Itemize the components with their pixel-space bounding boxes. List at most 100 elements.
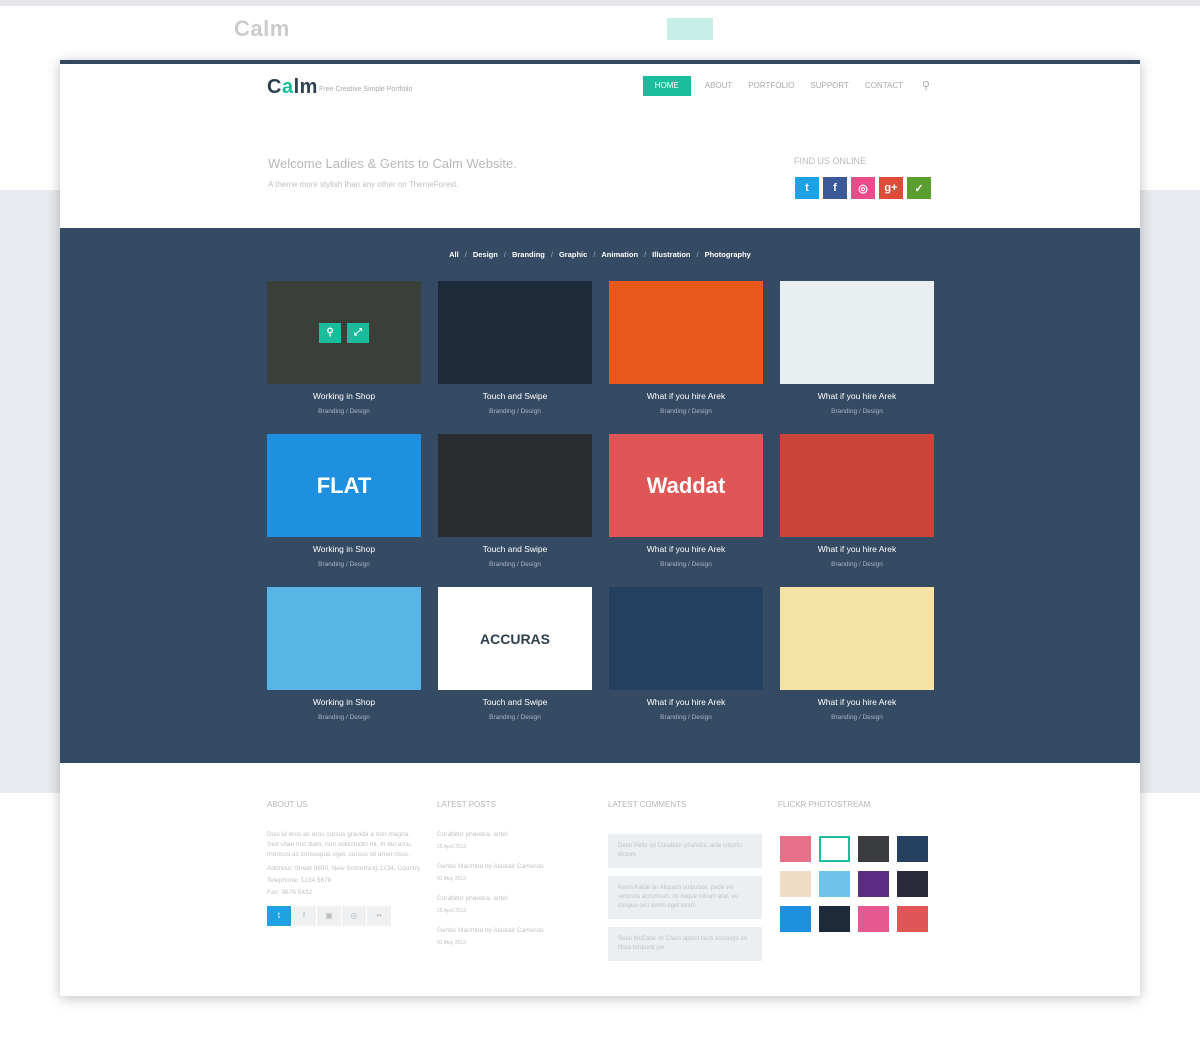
- portfolio-title[interactable]: What if you hire Arek: [780, 697, 934, 707]
- portfolio-thumbnail[interactable]: ⚲ ⤢: [267, 281, 421, 384]
- portfolio-thumbnail[interactable]: FLAT: [267, 434, 421, 537]
- latest-posts-list: Curabitur pharetra, ante! 25 April 2013 Ge…: [437, 830, 597, 958]
- flickr-photo[interactable]: [897, 871, 928, 897]
- portfolio-title[interactable]: What if you hire Arek: [780, 391, 934, 401]
- filter-design[interactable]: Design: [473, 250, 498, 259]
- filter-branding[interactable]: Branding: [512, 250, 545, 259]
- post-title[interactable]: Gentle Marimba by Alastair Cameron: [437, 863, 544, 870]
- portfolio-thumbnail[interactable]: [780, 281, 934, 384]
- portfolio-thumbnail[interactable]: ACCURAS: [438, 587, 592, 690]
- flickr-photo[interactable]: [858, 836, 889, 862]
- portfolio-thumbnail[interactable]: Waddat: [609, 434, 763, 537]
- instagram-icon[interactable]: ▣: [317, 906, 341, 926]
- portfolio-title[interactable]: What if you hire Arek: [609, 391, 763, 401]
- portfolio-title[interactable]: What if you hire Arek: [780, 544, 934, 554]
- flickr-photo[interactable]: [780, 836, 811, 862]
- portfolio-title[interactable]: Working in Shop: [267, 391, 421, 401]
- envato-icon[interactable]: ✓: [907, 177, 931, 199]
- footer-social-icons: t f ▣ ◎ ••: [267, 906, 422, 926]
- nav-home[interactable]: HOME: [642, 76, 691, 96]
- flickr-photo[interactable]: [819, 871, 850, 897]
- post-item[interactable]: Curabitur pharetra, ante! 25 April 2013: [437, 830, 597, 852]
- logo[interactable]: Calm: [267, 76, 318, 99]
- flickr-photo[interactable]: [819, 906, 850, 932]
- portfolio-title[interactable]: Working in Shop: [267, 544, 421, 554]
- portfolio-grid: ⚲ ⤢ Working in Shop Branding / Design Touch …: [267, 281, 934, 740]
- twitter-icon[interactable]: t: [795, 177, 819, 199]
- post-item[interactable]: Gentle Marimba by Alastair Cameron 01 May…: [437, 926, 597, 948]
- website-mockup: Calm Free Creative Simple Portfolio HOME…: [60, 60, 1140, 996]
- portfolio-thumbnail[interactable]: [438, 281, 592, 384]
- post-title[interactable]: Gentle Marimba by Alastair Cameron: [437, 927, 544, 934]
- portfolio-section: All / Design / Branding / Graphic / Animation / Il…: [60, 228, 1140, 763]
- portfolio-item[interactable]: What if you hire Arek Branding / Design: [609, 281, 763, 434]
- portfolio-item[interactable]: FLAT Working in Shop Branding / Design: [267, 434, 421, 587]
- comment-item[interactable]: Kevin Kalde on Aliquam vulputate, pede v…: [608, 876, 762, 919]
- portfolio-thumbnail[interactable]: [609, 587, 763, 690]
- nav-support[interactable]: SUPPORT: [802, 76, 857, 96]
- portfolio-item[interactable]: Waddat What if you hire Arek Branding / De…: [609, 434, 763, 587]
- flickr-icon[interactable]: ••: [367, 906, 391, 926]
- portfolio-item[interactable]: Touch and Swipe Branding / Design: [438, 281, 592, 434]
- portfolio-category: Branding / Design: [831, 561, 883, 568]
- portfolio-title[interactable]: Touch and Swipe: [438, 544, 592, 554]
- filter-all[interactable]: All: [449, 250, 459, 259]
- logo-text: C: [267, 76, 282, 98]
- portfolio-item[interactable]: Touch and Swipe Branding / Design: [438, 434, 592, 587]
- twitter-icon[interactable]: t: [267, 906, 291, 926]
- expand-icon[interactable]: ⤢: [347, 322, 369, 343]
- portfolio-thumbnail[interactable]: [780, 587, 934, 690]
- post-title[interactable]: Curabitur pharetra, ante!: [437, 831, 508, 838]
- flickr-photo[interactable]: [780, 871, 811, 897]
- search-icon[interactable]: ⚲: [919, 79, 933, 93]
- nav-contact[interactable]: CONTACT: [857, 76, 911, 96]
- portfolio-item[interactable]: What if you hire Arek Branding / Design: [609, 587, 763, 740]
- post-item[interactable]: Gentle Marimba by Alastair Cameron 01 May…: [437, 862, 597, 884]
- portfolio-item[interactable]: Working in Shop Branding / Design: [267, 587, 421, 740]
- portfolio-category: Branding / Design: [660, 408, 712, 415]
- portfolio-title[interactable]: Touch and Swipe: [438, 391, 592, 401]
- google-plus-icon[interactable]: g+: [879, 177, 903, 199]
- portfolio-title[interactable]: What if you hire Arek: [609, 697, 763, 707]
- portfolio-category: Branding / Design: [489, 714, 541, 721]
- facebook-icon[interactable]: f: [823, 177, 847, 199]
- portfolio-filters: All / Design / Branding / Graphic / Animation / Il…: [60, 250, 1140, 259]
- filter-photography[interactable]: Photography: [705, 250, 751, 259]
- portfolio-item[interactable]: ACCURAS Touch and Swipe Branding / Design: [438, 587, 592, 740]
- post-item[interactable]: Curabitur pharetra, ante! 25 April 2013: [437, 894, 597, 916]
- portfolio-thumbnail[interactable]: [267, 587, 421, 690]
- portfolio-title[interactable]: Touch and Swipe: [438, 697, 592, 707]
- filter-separator: /: [464, 250, 467, 259]
- post-title[interactable]: Curabitur pharetra, ante!: [437, 895, 508, 902]
- footer-heading-comments: LATEST COMMENTS: [608, 800, 687, 809]
- portfolio-thumbnail[interactable]: [780, 434, 934, 537]
- nav-portfolio[interactable]: PORTFOLIO: [740, 76, 802, 96]
- portfolio-title[interactable]: What if you hire Arek: [609, 544, 763, 554]
- filter-illustration[interactable]: Illustration: [652, 250, 690, 259]
- zoom-icon[interactable]: ⚲: [319, 322, 341, 343]
- portfolio-thumbnail[interactable]: [609, 281, 763, 384]
- portfolio-title[interactable]: Working in Shop: [267, 697, 421, 707]
- portfolio-category: Branding / Design: [831, 714, 883, 721]
- flickr-photo[interactable]: [858, 871, 889, 897]
- facebook-icon[interactable]: f: [292, 906, 316, 926]
- flickr-photo[interactable]: [858, 906, 889, 932]
- filter-graphic[interactable]: Graphic: [559, 250, 587, 259]
- filter-separator: /: [550, 250, 553, 259]
- flickr-photo[interactable]: [897, 836, 928, 862]
- flickr-photo[interactable]: [819, 836, 850, 862]
- comment-item[interactable]: Dann Petty on Curabitur pharetra, ante l…: [608, 834, 762, 868]
- portfolio-thumbnail[interactable]: [438, 434, 592, 537]
- flickr-photo[interactable]: [897, 906, 928, 932]
- portfolio-item[interactable]: What if you hire Arek Branding / Design: [780, 281, 934, 434]
- portfolio-item[interactable]: What if you hire Arek Branding / Design: [780, 587, 934, 740]
- nav-about[interactable]: ABOUT: [697, 76, 741, 96]
- dribbble-icon[interactable]: ◎: [342, 906, 366, 926]
- flickr-photo[interactable]: [780, 906, 811, 932]
- comment-item[interactable]: Sean McCabe on Class aptent taciti socio…: [608, 927, 762, 961]
- filter-separator: /: [593, 250, 596, 259]
- portfolio-item[interactable]: ⚲ ⤢ Working in Shop Branding / Design: [267, 281, 421, 434]
- portfolio-item[interactable]: What if you hire Arek Branding / Design: [780, 434, 934, 587]
- filter-animation[interactable]: Animation: [601, 250, 638, 259]
- dribbble-icon[interactable]: ◎: [851, 177, 875, 199]
